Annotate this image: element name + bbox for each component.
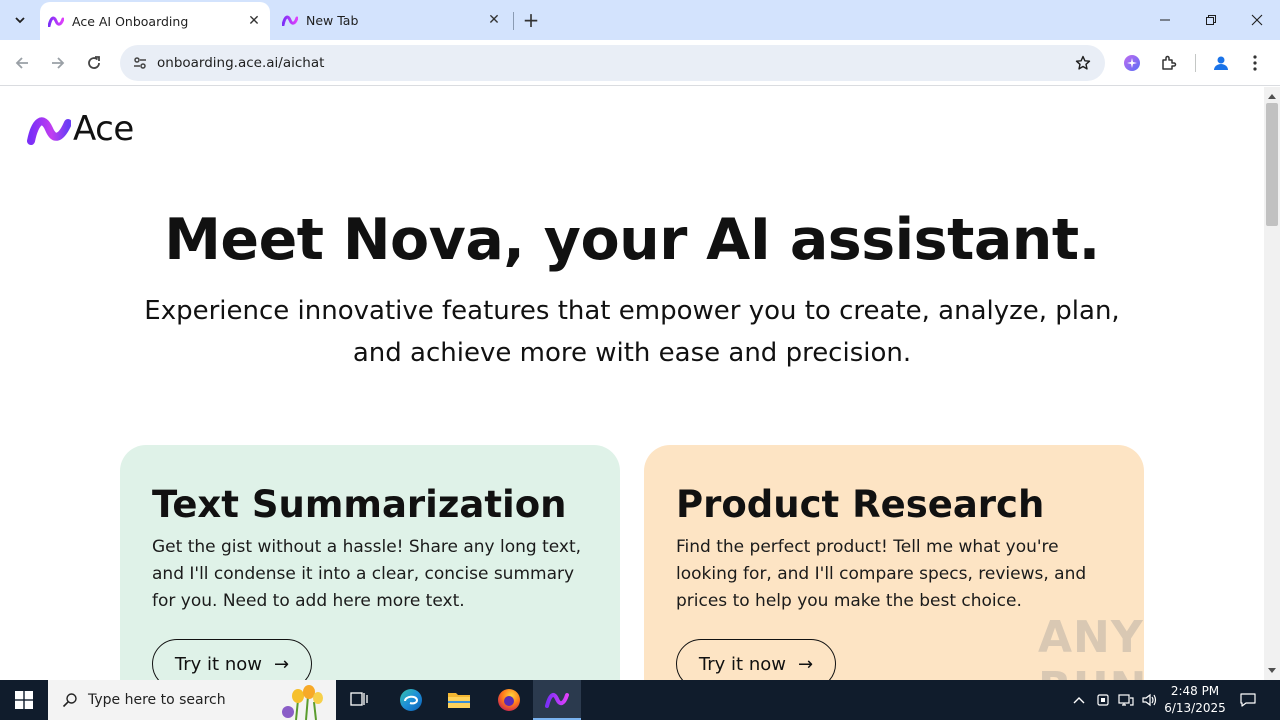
site-info-icon[interactable] xyxy=(128,51,152,75)
ace-favicon-icon xyxy=(48,13,64,29)
notification-icon xyxy=(1240,693,1256,707)
search-icon xyxy=(62,693,77,708)
taskbar-file-explorer[interactable] xyxy=(435,680,483,720)
card-title: Text Summarization xyxy=(152,483,567,526)
taskbar-search-placeholder: Type here to search xyxy=(88,692,226,708)
restore-icon xyxy=(1206,15,1216,25)
web-page: Ace Meet Nova, your AI assistant. Experi… xyxy=(0,87,1264,680)
start-button[interactable] xyxy=(0,680,48,720)
browser-toolbar: onboarding.ace.ai/aichat xyxy=(0,40,1280,86)
card-description: Get the gist without a hassle! Share any… xyxy=(152,537,582,611)
button-label: Try it now xyxy=(698,653,786,675)
tab-title: Ace AI Onboarding xyxy=(72,13,189,29)
card-title: Product Research xyxy=(676,483,1045,526)
hero-subtitle: Experience innovative features that empo… xyxy=(140,290,1124,374)
toolbar-separator xyxy=(1195,54,1196,72)
card-description: Find the perfect product! Tell me what y… xyxy=(676,537,1087,611)
task-view-button[interactable] xyxy=(336,680,384,720)
logo-text: Ace xyxy=(73,109,134,149)
minimize-icon xyxy=(1160,19,1170,21)
profile-avatar-icon[interactable] xyxy=(1210,52,1232,74)
forward-arrow-icon xyxy=(52,57,65,69)
menu-more-icon[interactable] xyxy=(1244,52,1266,74)
flowers-decoration-icon xyxy=(282,685,323,720)
minimize-button[interactable] xyxy=(1142,0,1188,40)
notifications-button[interactable] xyxy=(1234,680,1262,720)
tab-ace-onboarding[interactable]: Ace AI Onboarding ✕ xyxy=(40,2,270,40)
taskbar-search-box[interactable]: Type here to search xyxy=(48,680,336,720)
clock-date: 6/13/2025 xyxy=(1164,701,1226,715)
close-tab-icon[interactable]: ✕ xyxy=(484,10,504,30)
tab-separator xyxy=(513,12,514,30)
scroll-down-arrow-icon[interactable] xyxy=(1264,664,1280,678)
scroll-thumb[interactable] xyxy=(1266,103,1278,226)
ace-logo-mark-icon xyxy=(27,117,71,145)
windows-logo-icon xyxy=(15,691,33,709)
close-icon xyxy=(1251,14,1263,26)
chevron-up-icon xyxy=(1073,697,1085,704)
address-bar[interactable]: onboarding.ace.ai/aichat xyxy=(120,45,1105,81)
taskbar-clock[interactable]: 2:48 PM 6/13/2025 xyxy=(1162,683,1228,717)
close-window-button[interactable] xyxy=(1234,0,1280,40)
folder-icon xyxy=(448,693,470,708)
scroll-up-arrow-icon[interactable] xyxy=(1264,89,1280,103)
ace-app-icon xyxy=(545,692,569,708)
taskbar-edge[interactable] xyxy=(387,680,435,720)
back-arrow-icon xyxy=(15,57,28,69)
edge-browser-icon xyxy=(400,689,422,711)
hero-subtitle-line: and achieve more with ease and precision… xyxy=(352,338,912,368)
extensions-puzzle-icon[interactable] xyxy=(1158,52,1180,74)
back-button[interactable] xyxy=(8,49,36,77)
tab-new-tab[interactable]: New Tab ✕ xyxy=(274,0,510,40)
clock-time: 2:48 PM xyxy=(1170,684,1220,698)
reload-button[interactable] xyxy=(80,49,108,77)
hero-subtitle-line: Experience innovative features that empo… xyxy=(144,296,1120,326)
firefox-icon xyxy=(498,689,520,711)
button-label: Try it now xyxy=(174,653,262,675)
volume-icon[interactable] xyxy=(1139,680,1161,720)
ace-favicon-icon xyxy=(282,12,298,28)
arrow-right-icon: → xyxy=(273,653,290,675)
tray-device-icon[interactable] xyxy=(1092,680,1114,720)
feature-card-text-summarization: Text Summarization Get the gist without … xyxy=(120,445,620,680)
chevron-down-icon xyxy=(15,17,25,24)
try-it-now-button[interactable]: Try it now → xyxy=(152,639,312,680)
anyrun-watermark: ANY RUN xyxy=(1038,612,1146,680)
network-icon[interactable] xyxy=(1115,680,1137,720)
reload-icon xyxy=(88,56,100,69)
bookmark-star-icon[interactable] xyxy=(1073,53,1093,73)
windows-taskbar: Type here to search 2:48 PM 6/13/2025 xyxy=(0,680,1280,720)
ai-extension-icon[interactable] xyxy=(1121,52,1143,74)
forward-button[interactable] xyxy=(44,49,72,77)
taskbar-ace-browser[interactable] xyxy=(533,680,581,720)
tab-title: New Tab xyxy=(306,12,359,28)
arrow-right-icon: → xyxy=(797,653,814,675)
try-it-now-button[interactable]: Try it now → xyxy=(676,639,836,680)
hero-title: Meet Nova, your AI assistant. xyxy=(164,207,1100,273)
show-hidden-icons-button[interactable] xyxy=(1068,680,1090,720)
task-view-icon xyxy=(350,692,368,706)
restore-button[interactable] xyxy=(1188,0,1234,40)
tab-search-button[interactable] xyxy=(6,6,34,34)
url-text: onboarding.ace.ai/aichat xyxy=(157,55,325,71)
new-tab-button[interactable]: + xyxy=(519,8,543,32)
page-scrollbar[interactable] xyxy=(1264,87,1280,680)
close-tab-icon[interactable]: ✕ xyxy=(244,11,264,31)
taskbar-firefox[interactable] xyxy=(485,680,533,720)
tab-strip: Ace AI Onboarding ✕ New Tab ✕ + xyxy=(0,0,1280,40)
ace-logo[interactable]: Ace xyxy=(27,109,134,149)
